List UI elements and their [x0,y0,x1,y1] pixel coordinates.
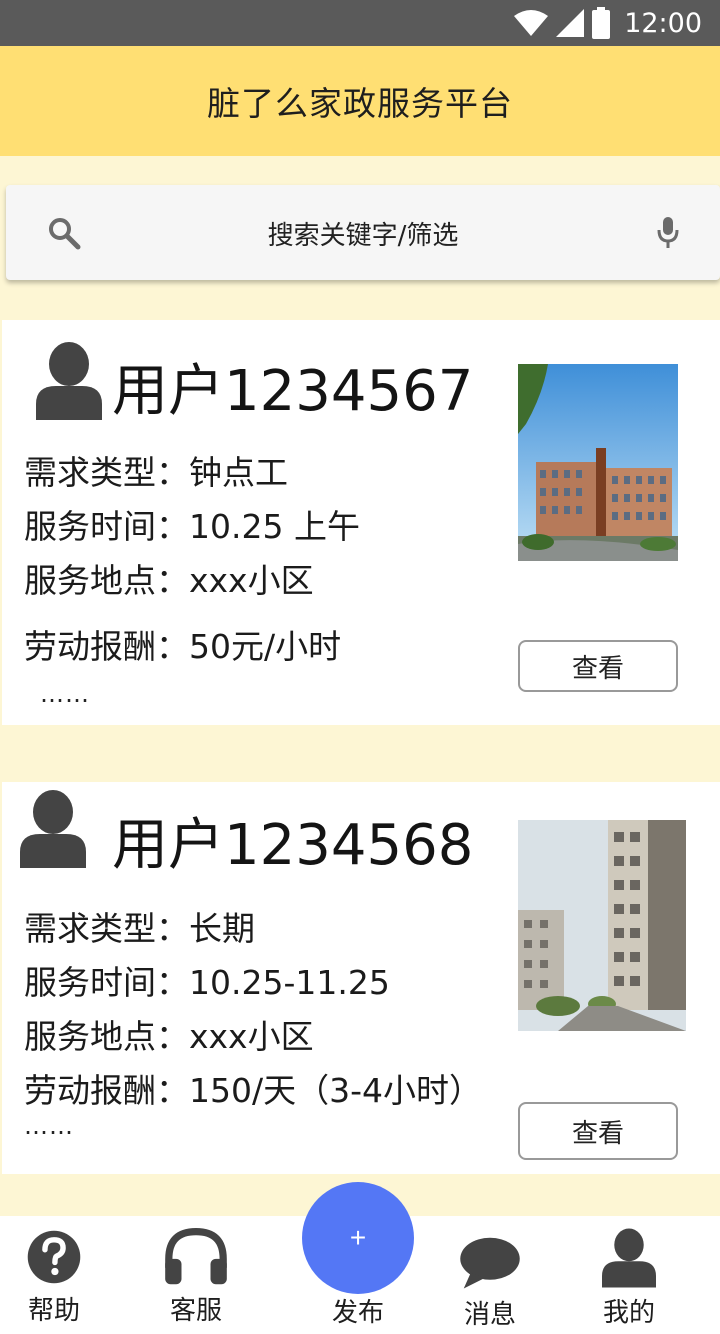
user-name: 用户1234568 [112,813,474,878]
app-bar: 脏了么家政服务平台 [0,46,720,156]
search-bar[interactable]: 搜索关键字/筛选 [6,185,720,280]
status-bar: 12:00 [0,0,720,46]
service-location: 服务地点：xxx小区 [24,561,314,600]
battery-icon [592,7,611,39]
view-button[interactable]: 查看 [518,1102,678,1160]
user-avatar-icon [36,342,102,420]
mic-icon[interactable] [654,215,682,251]
headset-icon[interactable] [161,1228,231,1286]
nav-label-mine: 我的 [602,1298,655,1328]
nav-item-mine[interactable]: 我的 [596,1216,662,1334]
more-ellipsis: …… [40,680,90,708]
nav-label-customer-service: 客服 [169,1296,222,1326]
listing-card[interactable]: 用户1234568 需求类型：长期 服务时间：10.25-11.25 服务地点：… [2,782,720,1174]
demand-type: 需求类型：长期 [24,909,255,948]
chat-bubble-icon[interactable] [458,1236,522,1292]
status-time: 12:00 [624,7,702,39]
nav-item-customer-service[interactable]: 客服 [160,1216,232,1334]
publish-fab-button[interactable]: + [302,1182,414,1294]
user-name: 用户1234567 [112,359,474,424]
wifi-icon [514,10,549,36]
nav-label-messages: 消息 [463,1300,516,1330]
listing-photo [518,364,678,561]
user-avatar-icon [20,790,86,868]
payment: 劳动报酬：150/天（3-4小时） [24,1071,483,1110]
demand-type: 需求类型：钟点工 [24,453,288,492]
nav-label-help: 帮助 [27,1296,80,1326]
nav-label-publish: 发布 [331,1298,384,1328]
listing-photo [518,820,686,1031]
service-time: 服务时间：10.25 上午 [24,507,360,546]
nav-item-messages[interactable]: 消息 [454,1216,526,1334]
listing-card[interactable]: 用户1234567 需求类型：钟点工 服务时间：10.25 上午 服务地点：xx… [2,320,720,725]
help-icon[interactable] [25,1228,83,1286]
status-icons: 12:00 [514,7,702,39]
payment: 劳动报酬：50元/小时 [24,627,342,666]
cellular-signal-icon [556,9,585,37]
service-location: 服务地点：xxx小区 [24,1017,314,1056]
view-button[interactable]: 查看 [518,640,678,692]
nav-item-help[interactable]: 帮助 [22,1216,86,1334]
app-title: 脏了么家政服务平台 [207,84,513,123]
service-time: 服务时间：10.25-11.25 [24,963,390,1002]
more-ellipsis: …… [24,1112,74,1140]
search-input[interactable]: 搜索关键字/筛选 [6,215,720,252]
user-profile-icon[interactable] [602,1228,656,1288]
